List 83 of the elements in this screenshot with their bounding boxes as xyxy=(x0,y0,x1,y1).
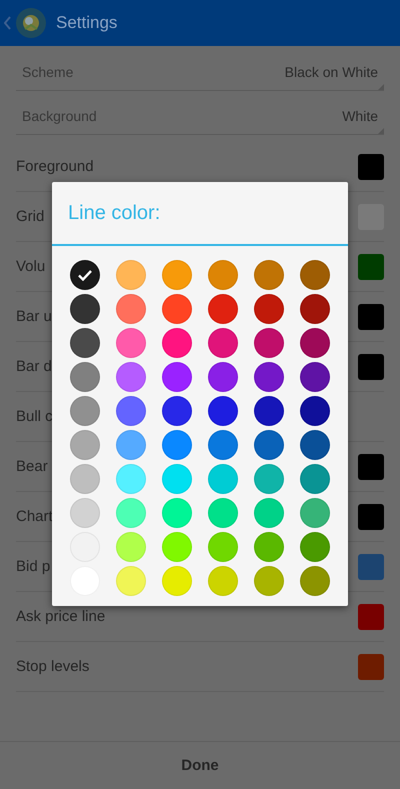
color-option[interactable] xyxy=(162,464,192,494)
back-icon[interactable] xyxy=(4,16,12,30)
setting-label: Stop levels xyxy=(16,658,90,675)
color-option[interactable] xyxy=(70,328,100,358)
color-option[interactable] xyxy=(254,328,284,358)
color-option[interactable] xyxy=(254,498,284,528)
color-option[interactable] xyxy=(254,464,284,494)
color-option[interactable] xyxy=(116,566,146,596)
color-option[interactable] xyxy=(208,464,238,494)
setting-label: Ask price line xyxy=(16,608,106,625)
color-swatch[interactable] xyxy=(358,554,384,580)
setting-label: Bar u xyxy=(16,308,52,325)
color-option[interactable] xyxy=(254,396,284,426)
color-option[interactable] xyxy=(162,294,192,324)
setting-label: Bid p xyxy=(16,558,50,575)
color-option[interactable] xyxy=(162,328,192,358)
color-option[interactable] xyxy=(300,260,330,290)
color-option[interactable] xyxy=(208,430,238,460)
color-option[interactable] xyxy=(300,532,330,562)
color-option[interactable] xyxy=(116,532,146,562)
color-option[interactable] xyxy=(300,430,330,460)
color-swatch[interactable] xyxy=(358,604,384,630)
color-option[interactable] xyxy=(162,362,192,392)
color-option[interactable] xyxy=(300,464,330,494)
setting-label: Bull c xyxy=(16,408,53,425)
color-option[interactable] xyxy=(162,566,192,596)
color-option[interactable] xyxy=(116,328,146,358)
color-option[interactable] xyxy=(300,294,330,324)
color-option[interactable] xyxy=(208,396,238,426)
color-option[interactable] xyxy=(116,294,146,324)
dialog-title: Line color: xyxy=(68,202,160,224)
color-option[interactable] xyxy=(162,396,192,426)
color-option[interactable] xyxy=(116,396,146,426)
color-option[interactable] xyxy=(116,464,146,494)
setting-label: Grid xyxy=(16,208,44,225)
color-option[interactable] xyxy=(300,328,330,358)
color-swatch[interactable] xyxy=(358,154,384,180)
setting-label: Foreground xyxy=(16,158,94,175)
color-option[interactable] xyxy=(254,294,284,324)
color-option[interactable] xyxy=(70,260,100,290)
color-swatch[interactable] xyxy=(358,654,384,680)
color-option[interactable] xyxy=(70,396,100,426)
color-option[interactable] xyxy=(116,260,146,290)
color-option[interactable] xyxy=(70,294,100,324)
screen-title: Settings xyxy=(56,13,118,33)
color-option[interactable] xyxy=(208,260,238,290)
color-option[interactable] xyxy=(208,362,238,392)
color-option[interactable] xyxy=(208,532,238,562)
color-option[interactable] xyxy=(70,430,100,460)
color-swatch[interactable] xyxy=(358,454,384,480)
color-option[interactable] xyxy=(208,294,238,324)
color-option[interactable] xyxy=(208,328,238,358)
color-option[interactable] xyxy=(208,498,238,528)
color-option[interactable] xyxy=(162,532,192,562)
color-option[interactable] xyxy=(254,532,284,562)
color-option[interactable] xyxy=(70,464,100,494)
color-option[interactable] xyxy=(70,498,100,528)
color-option[interactable] xyxy=(116,498,146,528)
color-swatch[interactable] xyxy=(358,354,384,380)
color-option[interactable] xyxy=(162,498,192,528)
color-option[interactable] xyxy=(300,566,330,596)
check-icon xyxy=(78,270,92,280)
setting-label: Chart xyxy=(16,508,53,525)
setting-label: Bar d xyxy=(16,358,52,375)
color-option[interactable] xyxy=(70,362,100,392)
color-option[interactable] xyxy=(162,430,192,460)
color-option[interactable] xyxy=(300,498,330,528)
color-option[interactable] xyxy=(116,430,146,460)
color-option[interactable] xyxy=(300,396,330,426)
color-option[interactable] xyxy=(254,260,284,290)
setting-label: Volu xyxy=(16,258,46,275)
color-option[interactable] xyxy=(162,260,192,290)
color-option[interactable] xyxy=(116,362,146,392)
app-logo-icon xyxy=(16,8,46,38)
color-option[interactable] xyxy=(254,362,284,392)
color-swatch[interactable] xyxy=(358,254,384,280)
color-swatch[interactable] xyxy=(358,504,384,530)
color-option[interactable] xyxy=(254,566,284,596)
color-option[interactable] xyxy=(300,362,330,392)
color-option[interactable] xyxy=(208,566,238,596)
color-swatch[interactable] xyxy=(358,304,384,330)
color-option[interactable] xyxy=(254,430,284,460)
setting-label: Bear xyxy=(16,458,48,475)
